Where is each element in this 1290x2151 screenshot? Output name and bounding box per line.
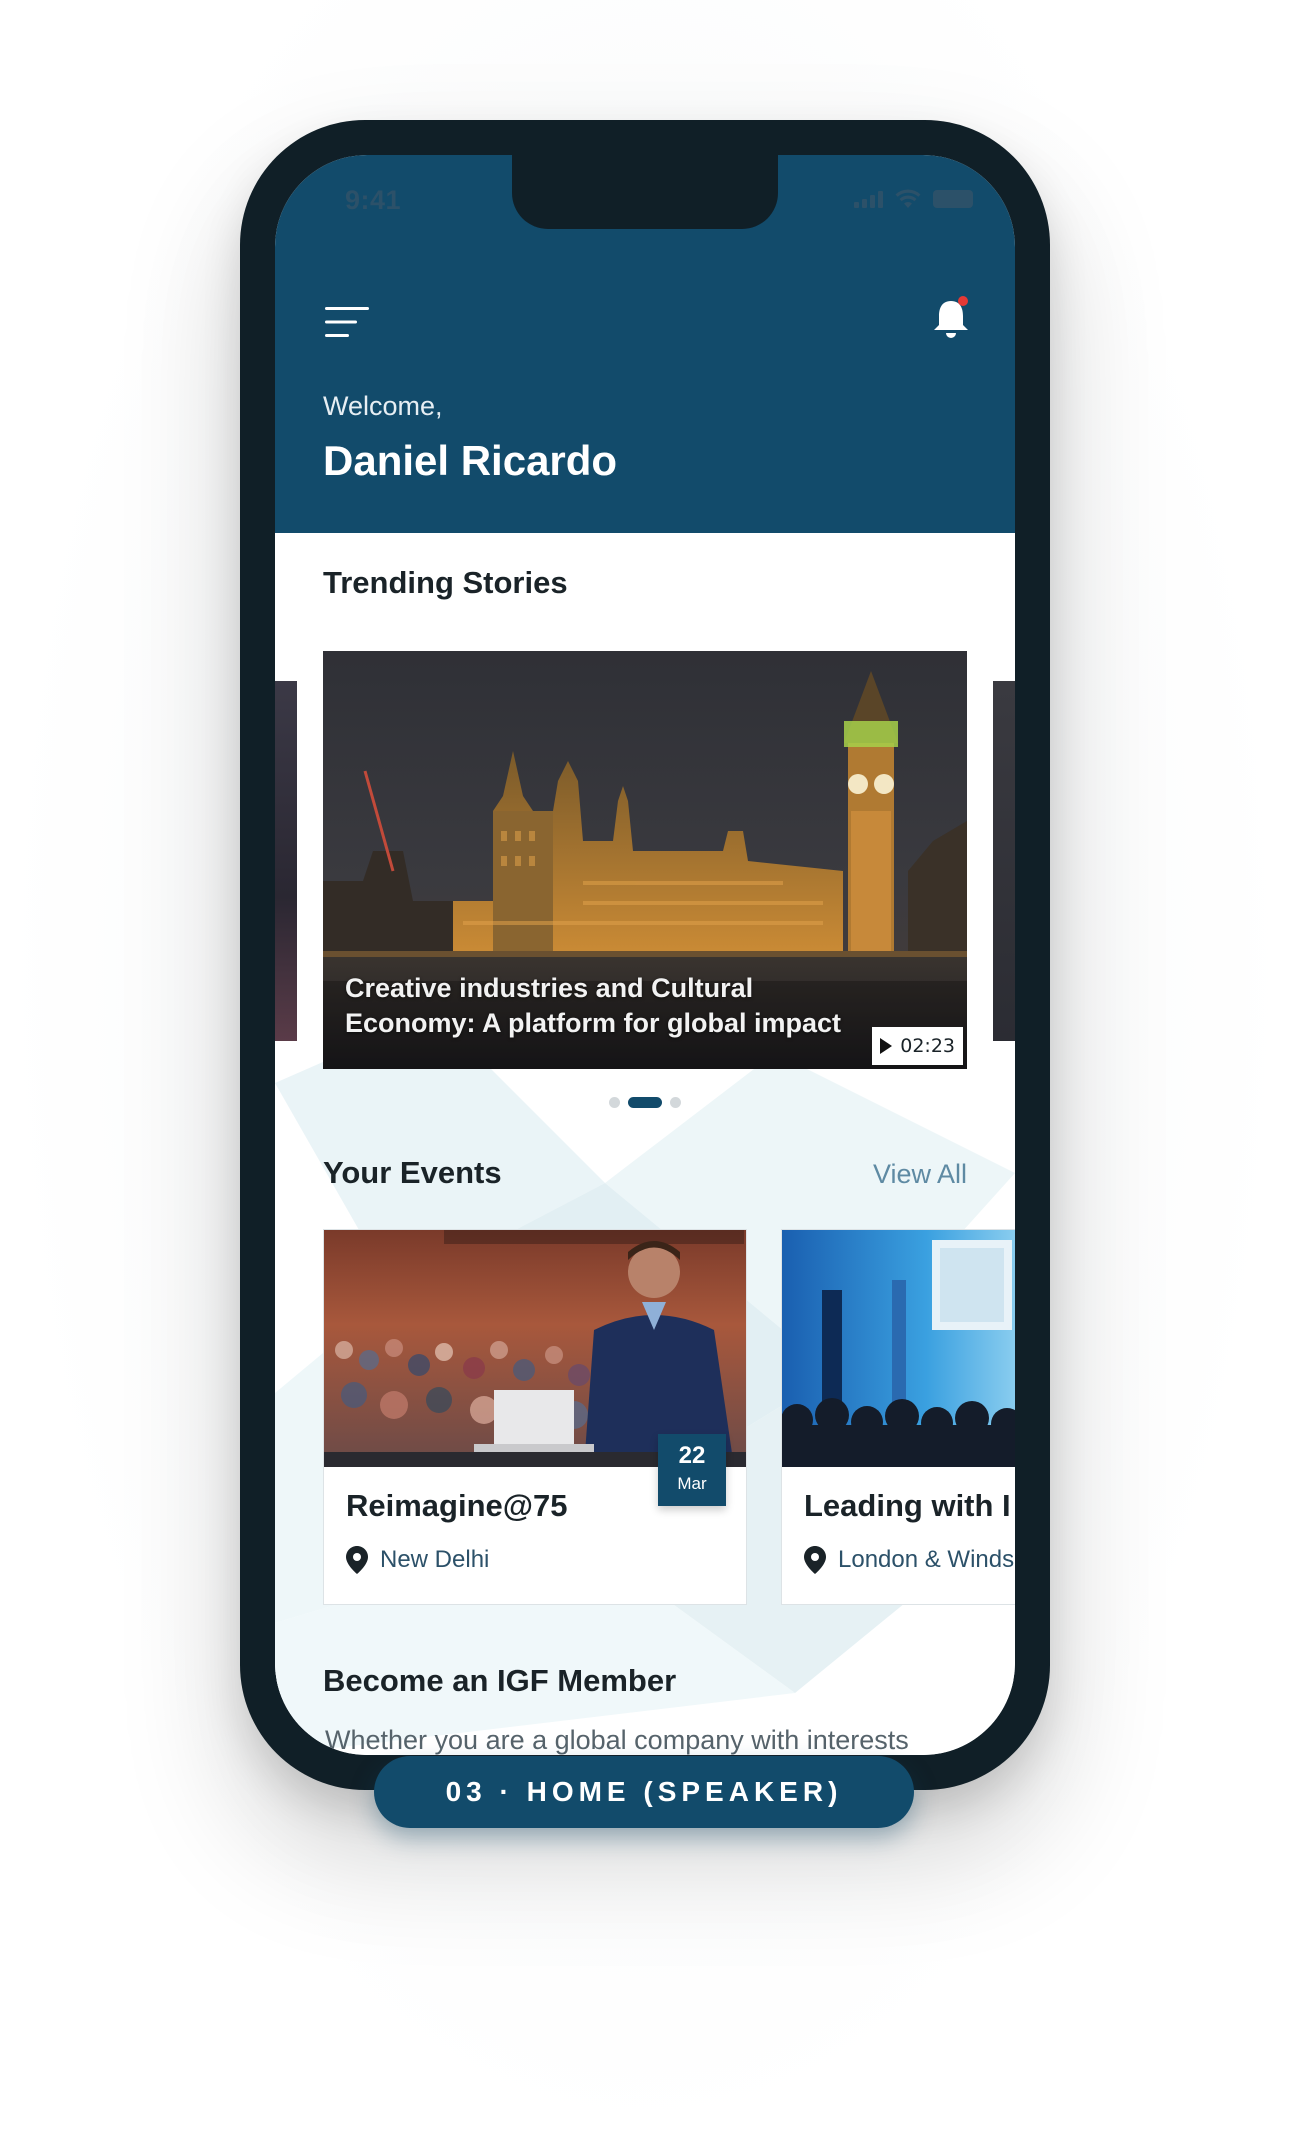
location-pin-icon xyxy=(346,1546,368,1574)
event-location-text: New Delhi xyxy=(380,1546,490,1573)
event-title: Reimagine@75 xyxy=(346,1488,568,1523)
video-duration-badge[interactable]: 02:23 xyxy=(872,1027,963,1065)
your-events-title: Your Events xyxy=(323,1155,502,1190)
event-date-day: 22 xyxy=(678,1442,706,1469)
video-duration: 02:23 xyxy=(900,1035,955,1057)
hamburger-menu-icon[interactable] xyxy=(325,305,369,339)
membership-title: Become an IGF Member xyxy=(323,1663,677,1698)
membership-intro: Whether you are a global company with in… xyxy=(325,1725,909,1755)
trending-story-card[interactable]: Creative industries and Cultural Economy… xyxy=(323,651,967,1069)
battery-icon xyxy=(933,190,973,208)
story-caption: Creative industries and Cultural Economy… xyxy=(345,973,842,1038)
event-card[interactable]: Leading with I London & Winds xyxy=(781,1229,1015,1605)
bell-icon[interactable] xyxy=(931,295,971,341)
event-card[interactable]: 22 Mar Reimagine@75 New Delhi xyxy=(323,1229,747,1605)
event-date-badge: 22 Mar xyxy=(658,1434,726,1506)
welcome-text: Welcome, xyxy=(323,391,443,421)
status-icons xyxy=(854,189,973,208)
event-image xyxy=(782,1230,1015,1467)
screen-caption-label: 03 · HOME (SPEAKER) xyxy=(374,1756,914,1828)
status-time: 9:41 xyxy=(345,185,402,215)
event-location: London & Winds xyxy=(804,1546,1014,1574)
previous-story-peek[interactable] xyxy=(275,681,297,1041)
event-title: Leading with I xyxy=(804,1488,1011,1523)
location-pin-icon xyxy=(804,1546,826,1574)
event-location-text: London & Winds xyxy=(838,1546,1015,1573)
user-name: Daniel Ricardo xyxy=(323,437,618,484)
app-screen: 9:41 Welcome, Daniel Ricardo Trending St… xyxy=(275,155,1015,1755)
notification-dot xyxy=(958,296,968,306)
wifi-icon xyxy=(895,189,921,208)
phone-frame: 9:41 Welcome, Daniel Ricardo Trending St… xyxy=(240,120,1050,1790)
event-location: New Delhi xyxy=(346,1546,489,1574)
phone-notch xyxy=(512,155,778,229)
event-date-month: Mar xyxy=(677,1474,707,1493)
pagination-dot[interactable] xyxy=(670,1097,681,1108)
cellular-signal-icon xyxy=(854,190,883,208)
view-all-link[interactable]: View All xyxy=(873,1159,967,1190)
pagination-dot[interactable] xyxy=(609,1097,620,1108)
play-icon xyxy=(880,1038,893,1054)
carousel-pagination xyxy=(275,1097,1015,1108)
next-story-peek[interactable] xyxy=(993,681,1015,1041)
mockup-stage: 9:41 Welcome, Daniel Ricardo Trending St… xyxy=(0,0,1290,2151)
trending-stories-title: Trending Stories xyxy=(323,565,568,600)
pagination-dot-active[interactable] xyxy=(628,1097,662,1108)
event-image xyxy=(324,1230,746,1467)
